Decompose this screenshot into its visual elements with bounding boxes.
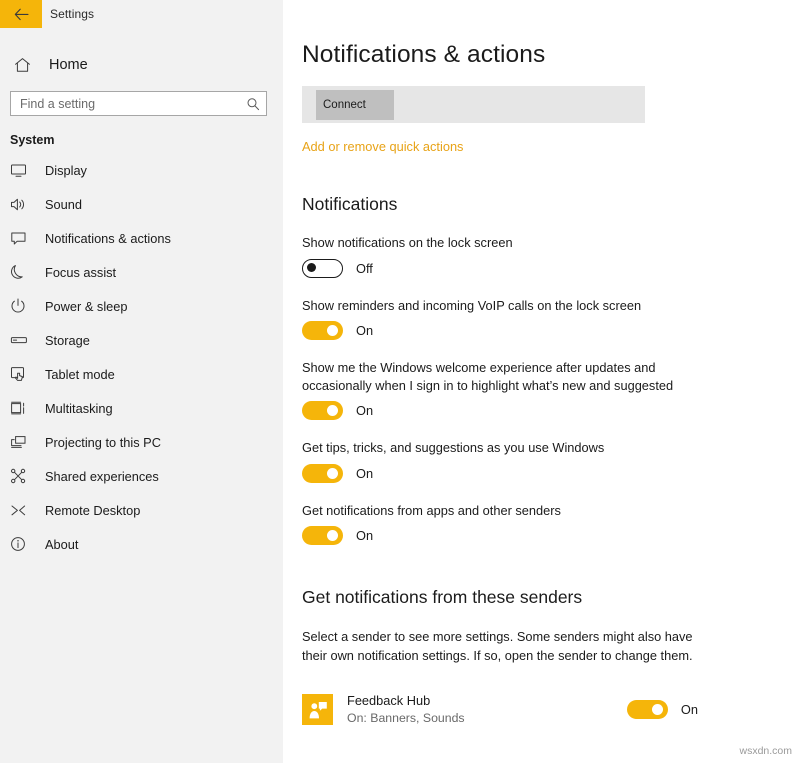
quick-action-tile-connect[interactable]: Connect: [316, 90, 394, 120]
sidebar-item-label: About: [34, 537, 78, 552]
toggle-switch[interactable]: [302, 401, 343, 420]
toggle-row: On: [302, 526, 800, 545]
sender-list-item-feedback-hub[interactable]: Feedback Hub On: Banners, Sounds On: [302, 693, 698, 726]
notifications-heading: Notifications: [302, 194, 800, 215]
page-title: Notifications & actions: [302, 0, 800, 69]
sidebar-item-label: Storage: [34, 333, 90, 348]
senders-description: Select a sender to see more settings. So…: [302, 627, 710, 665]
sidebar-nav: Display Sound Notifica: [0, 153, 283, 561]
setting-reminders-voip-lock-screen: Show reminders and incoming VoIP calls o…: [302, 297, 800, 341]
sidebar-item-display[interactable]: Display: [0, 153, 283, 187]
sidebar-home-label: Home: [38, 57, 88, 73]
sender-name: Feedback Hub: [347, 693, 627, 709]
sidebar-item-label: Projecting to this PC: [34, 435, 161, 450]
sidebar-item-label: Multitasking: [34, 401, 113, 416]
sender-status: On: Banners, Sounds: [347, 710, 627, 726]
toggle-row: On: [302, 321, 800, 340]
toggle-knob: [327, 530, 338, 541]
setting-label: Show notifications on the lock screen: [302, 234, 702, 252]
speaker-icon: [10, 197, 34, 212]
setting-label: Get tips, tricks, and suggestions as you…: [302, 439, 702, 457]
sidebar-item-shared-experiences[interactable]: Shared experiences: [0, 459, 283, 493]
add-or-remove-quick-actions-link[interactable]: Add or remove quick actions: [302, 139, 463, 154]
sidebar-item-label: Tablet mode: [34, 367, 115, 382]
sidebar-item-remote-desktop[interactable]: Remote Desktop: [0, 493, 283, 527]
toggle-switch[interactable]: [302, 464, 343, 483]
toggle-knob: [327, 405, 338, 416]
sender-text: Feedback Hub On: Banners, Sounds: [333, 693, 627, 726]
settings-window: Settings Home System: [0, 0, 800, 763]
sidebar-item-storage[interactable]: Storage: [0, 323, 283, 357]
toggle-state-label: On: [668, 702, 698, 717]
info-circle-icon: [10, 536, 34, 552]
sidebar-item-label: Focus assist: [34, 265, 116, 280]
toggle-state-label: Off: [343, 261, 373, 276]
sidebar-item-label: Shared experiences: [34, 469, 159, 484]
search-input[interactable]: [20, 97, 246, 111]
quick-action-label: Connect: [323, 99, 366, 111]
toggle-state-label: On: [343, 528, 373, 543]
monitor-icon: [10, 163, 34, 178]
search-icon[interactable]: [246, 97, 260, 111]
notification-balloon-icon: [10, 231, 34, 246]
projecting-screens-icon: [10, 435, 34, 450]
sidebar-item-home[interactable]: Home: [0, 47, 283, 83]
toggle-switch[interactable]: [627, 700, 668, 719]
main-content: Notifications & actions Connect Add or r…: [283, 0, 800, 763]
toggle-row: On: [302, 401, 800, 420]
window-title: Settings: [42, 0, 94, 28]
setting-label: Get notifications from apps and other se…: [302, 502, 702, 520]
toggle-switch[interactable]: [302, 526, 343, 545]
toggle-switch[interactable]: [302, 259, 343, 278]
remote-desktop-icon: [10, 503, 34, 518]
quick-actions-strip: Connect: [302, 86, 645, 123]
power-icon: [10, 298, 34, 314]
setting-notifications-from-apps: Get notifications from apps and other se…: [302, 502, 800, 546]
search-box[interactable]: [10, 91, 267, 116]
sidebar-item-sound[interactable]: Sound: [0, 187, 283, 221]
toggle-switch[interactable]: [302, 321, 343, 340]
toggle-knob: [327, 468, 338, 479]
share-nodes-icon: [10, 468, 34, 484]
toggle-state-label: On: [343, 323, 373, 338]
setting-label: Show reminders and incoming VoIP calls o…: [302, 297, 702, 315]
home-icon: [14, 57, 38, 73]
setting-label: Show me the Windows welcome experience a…: [302, 359, 702, 394]
sidebar-item-focus-assist[interactable]: Focus assist: [0, 255, 283, 289]
senders-heading: Get notifications from these senders: [302, 587, 800, 608]
toggle-row: On: [302, 464, 800, 483]
sender-toggle-wrap: On: [627, 700, 698, 719]
moon-icon: [10, 264, 34, 280]
sidebar-item-about[interactable]: About: [0, 527, 283, 561]
watermark: wsxdn.com: [739, 745, 792, 757]
setting-windows-welcome-experience: Show me the Windows welcome experience a…: [302, 359, 800, 420]
sidebar-item-label: Sound: [34, 197, 82, 212]
toggle-state-label: On: [343, 466, 373, 481]
sidebar-item-multitasking[interactable]: Multitasking: [0, 391, 283, 425]
tablet-touch-icon: [10, 366, 34, 382]
multitasking-icon: [10, 401, 34, 416]
sidebar-item-label: Power & sleep: [34, 299, 128, 314]
title-bar: Settings: [0, 0, 283, 28]
sidebar-item-notifications-and-actions[interactable]: Notifications & actions: [0, 221, 283, 255]
feedback-hub-icon: [302, 694, 333, 725]
sidebar: Settings Home System: [0, 0, 283, 763]
toggle-knob: [327, 325, 338, 336]
toggle-row: Off: [302, 259, 800, 278]
sidebar-section-label: System: [0, 116, 283, 147]
sidebar-item-power-and-sleep[interactable]: Power & sleep: [0, 289, 283, 323]
toggle-state-label: On: [343, 403, 373, 418]
sidebar-item-label: Notifications & actions: [34, 231, 171, 246]
toggle-knob: [307, 263, 316, 272]
storage-drive-icon: [10, 334, 34, 346]
back-arrow-icon: [14, 8, 29, 21]
sidebar-item-tablet-mode[interactable]: Tablet mode: [0, 357, 283, 391]
toggle-knob: [652, 704, 663, 715]
sidebar-item-label: Display: [34, 163, 87, 178]
sidebar-item-projecting-to-this-pc[interactable]: Projecting to this PC: [0, 425, 283, 459]
back-button[interactable]: [0, 0, 42, 28]
setting-tips-tricks-suggestions: Get tips, tricks, and suggestions as you…: [302, 439, 800, 483]
sidebar-item-label: Remote Desktop: [34, 503, 140, 518]
setting-show-notifications-lock-screen: Show notifications on the lock screen Of…: [302, 234, 800, 278]
